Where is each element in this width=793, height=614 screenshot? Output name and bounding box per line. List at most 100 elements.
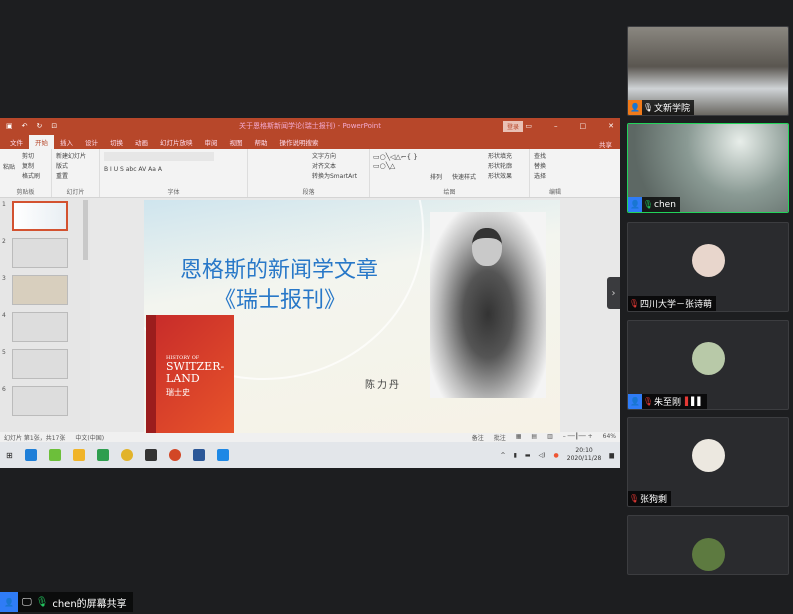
arrange-button[interactable]: 排列	[430, 173, 442, 182]
tab-review[interactable]: 审阅	[199, 135, 224, 149]
find-button[interactable]: 查找	[534, 152, 576, 162]
slide-thumbnail[interactable]: 3	[2, 275, 88, 305]
slide-subtitle: 《瑞士报刊》	[214, 288, 347, 313]
shape-effects-button[interactable]: 形状效果	[488, 172, 512, 181]
share-button[interactable]: 共享	[599, 139, 620, 149]
participant-tile-speaking[interactable]: 👤 🎙 chen	[627, 123, 789, 213]
paste-button[interactable]: 粘贴	[3, 163, 15, 172]
reset-button[interactable]: 重置	[56, 172, 95, 182]
mic-muted-icon: 🎙	[642, 397, 654, 406]
copy-button[interactable]: 复制	[22, 162, 34, 171]
slide-thumbnail[interactable]: 4	[2, 312, 88, 342]
notes-button[interactable]: 备注	[472, 433, 484, 442]
shape-outline-button[interactable]: 形状轮廓	[488, 162, 512, 171]
app-icon[interactable]	[96, 449, 109, 461]
replace-button[interactable]: 替换	[534, 162, 576, 172]
thumbnail-scrollbar[interactable]	[83, 200, 88, 260]
tab-design[interactable]: 设计	[79, 135, 104, 149]
tab-insert[interactable]: 插入	[54, 135, 79, 149]
ie-icon[interactable]	[48, 449, 61, 461]
align-text-button[interactable]: 对齐文本	[252, 162, 365, 172]
participant-tile[interactable]: 👤 🎙 文新学院	[627, 26, 789, 116]
text-direction-button[interactable]: 文字方向	[252, 152, 365, 162]
quick-styles-button[interactable]: 快速样式	[452, 173, 476, 182]
slide-thumbnail[interactable]: 6	[2, 386, 88, 416]
participant-name: 四川大学－张诗萌	[640, 300, 713, 310]
tell-me-search[interactable]: 操作说明搜索	[274, 135, 325, 149]
tab-help[interactable]: 帮助	[249, 135, 274, 149]
windows-start-icon[interactable]: ⊞	[6, 451, 13, 460]
slide-thumbnail[interactable]: 1	[2, 201, 88, 231]
participant-tile[interactable]: 👤 🎙 朱至刚 ▌▌▌	[627, 320, 789, 410]
comments-button[interactable]: 批注	[494, 433, 506, 442]
tray-chevron-icon[interactable]: ^	[501, 452, 506, 459]
collapse-panel-arrow-icon[interactable]: ›	[607, 277, 620, 309]
smartart-button[interactable]: 转换为SmartArt	[252, 172, 365, 182]
participant-tile[interactable]: 🎙 张狗剩	[627, 417, 789, 507]
user-icon: 👤	[628, 394, 642, 409]
slide-number: 1	[2, 201, 6, 208]
participant-tile[interactable]: 🎙 四川大学－张诗萌	[627, 222, 789, 312]
tab-view[interactable]: 视图	[224, 135, 249, 149]
chrome-icon[interactable]	[120, 449, 133, 461]
mic-icon: 🎙	[642, 103, 654, 112]
format-painter-button[interactable]: 格式刷	[22, 172, 40, 181]
cut-button[interactable]: 剪切	[22, 152, 34, 161]
ime-icon[interactable]: ●	[554, 452, 559, 459]
slide-number: 5	[2, 349, 6, 356]
zoom-level[interactable]: 64%	[603, 433, 616, 442]
avatar	[692, 244, 725, 277]
close-icon[interactable]: ✕	[608, 122, 614, 130]
book-cover-image: HISTORY OF SWITZER- LAND 瑞士史	[146, 315, 234, 433]
shared-screen: ▣ ↶ ↻ ⊡ 关于恩格斯新闻学论(瑞士报刊) - PowerPoint 登录 ▭ – □…	[0, 118, 620, 468]
tab-home[interactable]: 开始	[29, 135, 54, 149]
mic-muted-icon: 🎙	[628, 299, 640, 308]
participant-tile[interactable]	[627, 515, 789, 575]
participant-name: chen	[654, 199, 676, 210]
group-slides: 新建幻灯片 版式 重置 幻灯片	[52, 149, 100, 197]
minimize-icon[interactable]: –	[554, 122, 558, 130]
volume-icon[interactable]: ◁)	[539, 452, 546, 459]
slide-thumbnail[interactable]: 2	[2, 238, 88, 268]
normal-view-icon[interactable]: ▦	[516, 433, 522, 442]
shapes-gallery[interactable]: ▭○╲◁△⌐{ }▭○╲△	[373, 153, 425, 171]
font-selector[interactable]	[104, 152, 214, 161]
tab-transitions[interactable]: 切换	[104, 135, 129, 149]
avatar	[692, 439, 725, 472]
tab-file[interactable]: 文件	[4, 135, 29, 149]
tab-slideshow[interactable]: 幻灯片放映	[154, 135, 199, 149]
current-slide[interactable]: 恩格斯的新闻学文章 《瑞士报刊》 HISTORY OF SWITZER- LAND…	[144, 200, 560, 433]
notes-app-icon[interactable]	[144, 449, 157, 461]
slide-number: 4	[2, 312, 6, 319]
slide-thumbnail[interactable]: 5	[2, 349, 88, 379]
new-slide-button[interactable]: 新建幻灯片	[56, 152, 95, 162]
sorter-view-icon[interactable]: ▤	[531, 433, 537, 442]
zoom-slider[interactable]: – ──┃── +	[563, 433, 593, 442]
network-icon[interactable]: ▬	[525, 452, 531, 459]
reading-view-icon[interactable]: ▥	[547, 433, 553, 442]
font-format-buttons[interactable]: B I U S abc AV Aa A	[104, 165, 243, 175]
ribbon-options-icon[interactable]: ▭	[525, 122, 532, 130]
layout-button[interactable]: 版式	[56, 162, 95, 172]
select-button[interactable]: 选择	[534, 172, 576, 182]
meeting-app-icon[interactable]	[216, 449, 229, 461]
file-explorer-icon[interactable]	[72, 449, 85, 461]
login-button[interactable]: 登录	[503, 121, 524, 132]
group-clipboard: 粘贴 剪切 复制 格式刷 剪贴板	[0, 149, 52, 197]
edge-icon[interactable]	[24, 449, 37, 461]
avatar	[692, 538, 725, 571]
group-paragraph: 文字方向 对齐文本 转换为SmartArt 段落	[248, 149, 370, 197]
powerpoint-icon[interactable]	[168, 449, 181, 461]
system-tray: ^ ▮ ▬ ◁) ● 20:10 2020/11/28 ▆	[501, 447, 614, 463]
word-icon[interactable]	[192, 449, 205, 461]
language-indicator[interactable]: 中文(中国)	[75, 433, 104, 442]
group-editing: 查找 替换 选择 编辑	[530, 149, 580, 197]
clock[interactable]: 20:10 2020/11/28	[567, 447, 602, 463]
tab-animations[interactable]: 动画	[129, 135, 154, 149]
shape-fill-button[interactable]: 形状填充	[488, 152, 512, 161]
notification-icon[interactable]: ▆	[609, 452, 614, 459]
participant-name: 张狗剩	[640, 495, 668, 505]
slide-info: 幻灯片 第1张，共17张	[4, 434, 66, 442]
ribbon: 粘贴 剪切 复制 格式刷 剪贴板 新建幻灯片 版式 重置 幻灯片 B I U S ab…	[0, 149, 620, 198]
maximize-icon[interactable]: □	[580, 122, 587, 130]
